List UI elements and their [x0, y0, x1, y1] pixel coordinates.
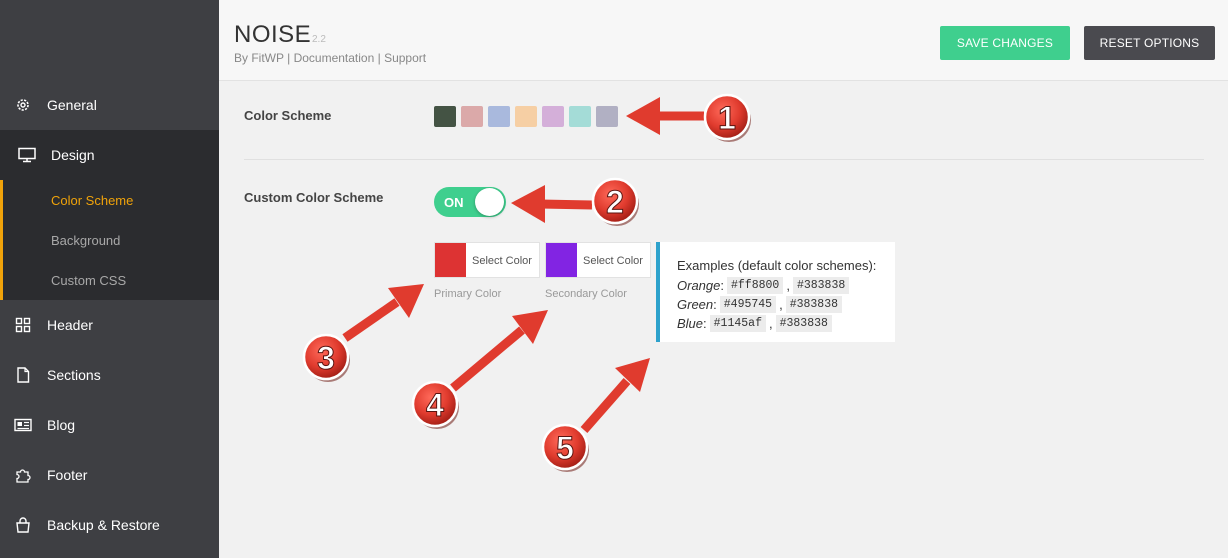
badge-number: 4	[426, 387, 444, 423]
annotation-badge-1: 1	[703, 93, 751, 142]
annotation-arrow-2	[511, 185, 593, 223]
annotation-badge-5: 5	[541, 423, 589, 472]
badge-number: 3	[317, 340, 335, 376]
annotation-overlay: 1 2 3 4 5	[302, 93, 751, 472]
annotation-badge-3: 3	[302, 333, 350, 382]
badge-number: 1	[718, 100, 736, 136]
annotation-arrow-5	[580, 358, 650, 433]
annotation-badge-2: 2	[591, 177, 639, 226]
badge-number: 5	[556, 430, 574, 466]
annotation-arrow-4	[450, 310, 548, 392]
badge-number: 2	[606, 184, 624, 220]
annotation-arrow-3	[342, 284, 424, 342]
annotation-arrow-1	[626, 97, 704, 135]
annotation-badge-4: 4	[411, 380, 459, 429]
